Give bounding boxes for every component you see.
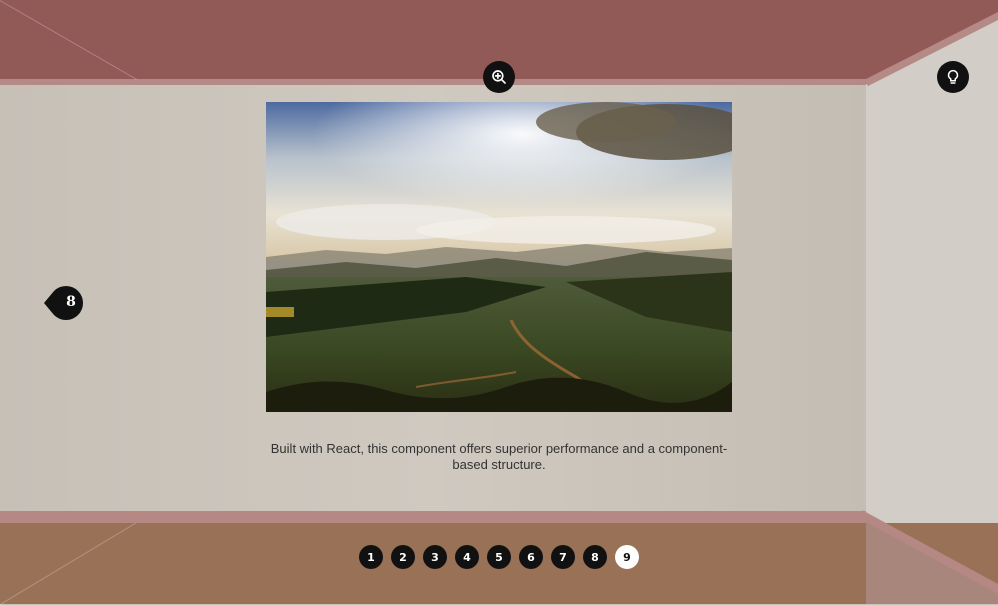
zoom-button[interactable]: [483, 61, 515, 93]
page-dot-5[interactable]: 5: [487, 545, 511, 569]
page-dot-2[interactable]: 2: [391, 545, 415, 569]
lightbulb-icon: [947, 69, 959, 84]
page-dot-3[interactable]: 3: [423, 545, 447, 569]
previous-artwork-number: 8: [66, 294, 76, 310]
page-dot-6[interactable]: 6: [519, 545, 543, 569]
artwork-caption: Built with React, this component offers …: [270, 441, 728, 472]
page-dot-9[interactable]: 9: [615, 545, 639, 569]
page-dot-7[interactable]: 7: [551, 545, 575, 569]
floor-molding: [0, 511, 866, 523]
right-wall: [866, 18, 998, 588]
artwork-image: [266, 102, 732, 412]
hint-button[interactable]: [937, 61, 969, 93]
previous-artwork-button[interactable]: 8: [44, 286, 86, 320]
pagination: 1 2 3 4 5 6 7 8 9: [359, 545, 639, 571]
page-dot-8[interactable]: 8: [583, 545, 607, 569]
zoom-in-icon: [492, 70, 506, 84]
page-dot-4[interactable]: 4: [455, 545, 479, 569]
page-dot-1[interactable]: 1: [359, 545, 383, 569]
